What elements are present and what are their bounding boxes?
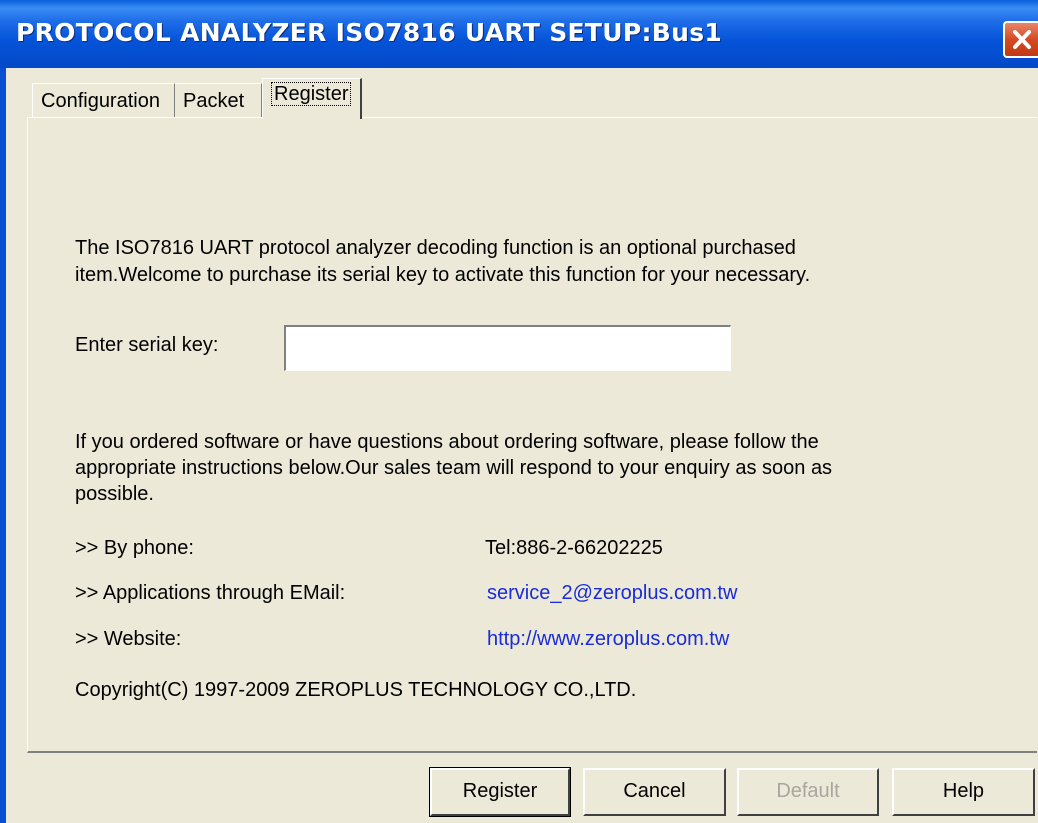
info-line-2: appropriate instructions below.Our sales… xyxy=(75,457,833,479)
close-button[interactable] xyxy=(1003,21,1038,58)
title-bar[interactable]: PROTOCOL ANALYZER ISO7816 UART SETUP:Bus… xyxy=(0,0,1038,68)
email-link[interactable]: service_2@zeroplus.com.tw xyxy=(487,581,737,605)
info-line-3: possible. xyxy=(75,483,154,505)
help-button[interactable]: Help xyxy=(892,768,1035,816)
copyright-text: Copyright(C) 1997-2009 ZEROPLUS TECHNOLO… xyxy=(75,679,637,701)
serial-key-label: Enter serial key: xyxy=(75,334,219,356)
tab-register[interactable]: Register xyxy=(262,78,362,119)
close-icon xyxy=(1013,30,1031,49)
website-link[interactable]: http://www.zeroplus.com.tw xyxy=(487,627,729,651)
tab-packet[interactable]: Packet xyxy=(175,83,262,117)
website-label: >> Website: xyxy=(75,628,182,650)
default-button[interactable]: Default xyxy=(737,768,879,816)
email-label: >> Applications through EMail: xyxy=(75,582,346,604)
dialog-window: PROTOCOL ANALYZER ISO7816 UART SETUP:Bus… xyxy=(0,0,1038,823)
window-left-border xyxy=(0,68,6,823)
cancel-button[interactable]: Cancel xyxy=(583,768,726,816)
window-title: PROTOCOL ANALYZER ISO7816 UART SETUP:Bus… xyxy=(16,18,723,47)
phone-label: >> By phone: xyxy=(75,537,194,559)
phone-value: Tel:886-2-66202225 xyxy=(485,537,663,559)
intro-line-2: item.Welcome to purchase its serial key … xyxy=(75,264,811,286)
tab-register-label: Register xyxy=(271,82,352,106)
serial-key-input[interactable] xyxy=(284,325,731,371)
intro-line-1: The ISO7816 UART protocol analyzer decod… xyxy=(75,237,796,259)
register-button[interactable]: Register xyxy=(429,767,571,817)
info-line-1: If you ordered software or have question… xyxy=(75,431,819,453)
tab-configuration[interactable]: Configuration xyxy=(32,83,175,117)
